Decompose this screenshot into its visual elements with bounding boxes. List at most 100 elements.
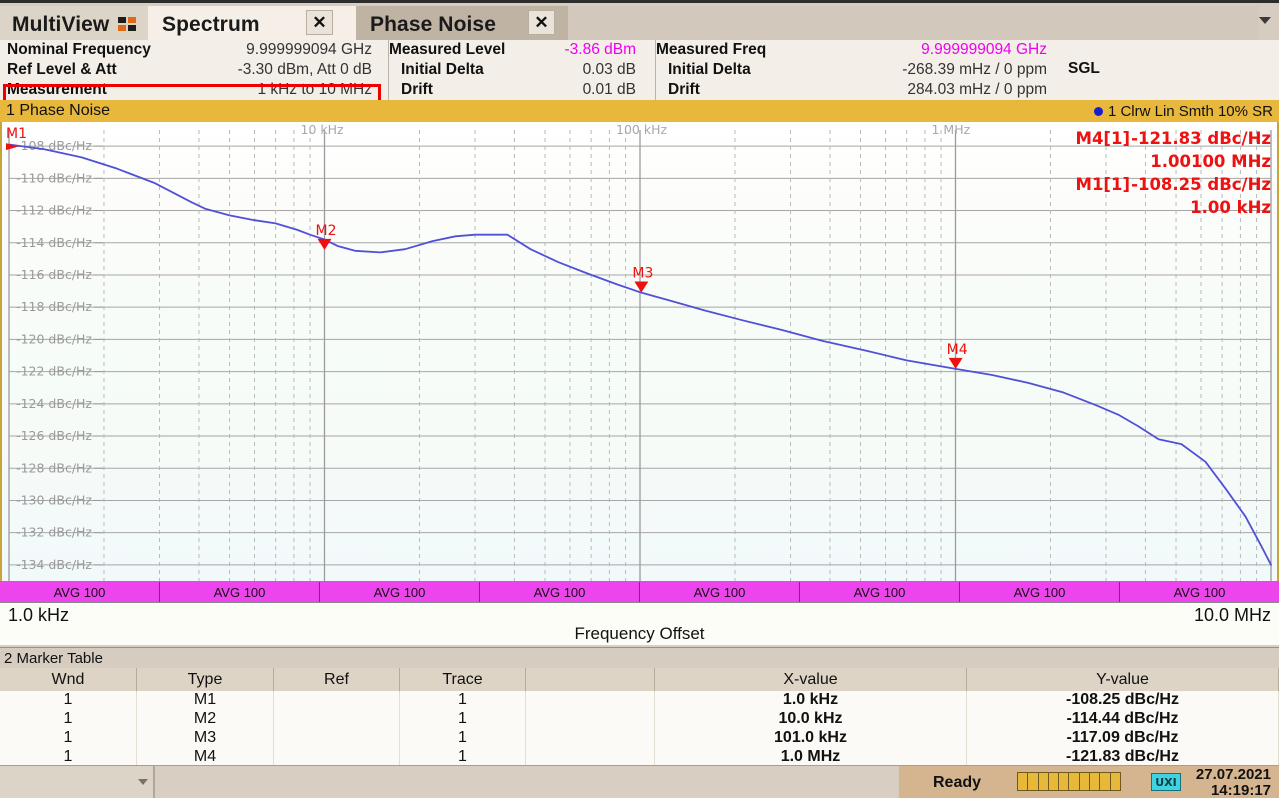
- marker-table: 2 Marker Table Wnd Type Ref Trace X-valu…: [0, 647, 1279, 765]
- info-measurement-value: 1 kHz to 10 MHz: [257, 81, 372, 99]
- info-measured-freq-value: 9.999999094 GHz: [921, 41, 1047, 59]
- info-freq-initial-delta-label: Initial Delta: [656, 61, 751, 79]
- multiview-grid-icon: [118, 17, 137, 32]
- cell-trace: 1: [400, 729, 526, 748]
- info-measured-freq: Measured Freq 9.999999094 GHz: [656, 40, 1055, 60]
- svg-text:-121.83 dBc/Hz: -121.83 dBc/Hz: [1131, 129, 1271, 148]
- avg-cell: AVG 100: [0, 582, 160, 602]
- cell-type: M2: [137, 710, 274, 729]
- phase-noise-plot[interactable]: -108 dBc/Hz-110 dBc/Hz-112 dBc/Hz-114 dB…: [0, 122, 1279, 581]
- svg-text:M2: M2: [316, 223, 337, 239]
- spectrum-analyzer-window: MultiView Spectrum ✕ Phase Noise ✕ Nomin…: [0, 0, 1279, 798]
- diagram-title-bar[interactable]: 1 Phase Noise 1 Clrw Lin Smth 10% SR: [0, 100, 1279, 122]
- x-axis-caption: Frequency Offset: [0, 624, 1279, 644]
- sweep-mode-indicator: SGL: [1068, 60, 1100, 78]
- svg-text:100 kHz: 100 kHz: [616, 122, 667, 137]
- avg-cell: AVG 100: [800, 582, 960, 602]
- status-bar-right-panel: Ready UXI 27.07.2021 14:19:17: [899, 766, 1279, 798]
- cell-ref: [274, 691, 400, 710]
- status-bar: Ready UXI 27.07.2021 14:19:17: [0, 765, 1279, 798]
- x-axis-start-label: 1.0 kHz: [8, 605, 69, 626]
- svg-text:M1: M1: [6, 126, 27, 142]
- info-measured-level: Measured Level -3.86 dBm: [389, 40, 644, 60]
- trace-state-label: 1 Clrw Lin Smth 10% SR: [1108, 103, 1273, 120]
- cell-ref: [274, 710, 400, 729]
- info-ref-level-att-value: -3.30 dBm, Att 0 dB: [238, 61, 372, 79]
- svg-text:-134 dBc/Hz: -134 dBc/Hz: [16, 557, 92, 572]
- svg-text:-122 dBc/Hz: -122 dBc/Hz: [16, 364, 92, 379]
- svg-text:M3: M3: [632, 266, 653, 282]
- cell-type: M3: [137, 729, 274, 748]
- average-count-bar: AVG 100AVG 100AVG 100AVG 100AVG 100AVG 1…: [0, 581, 1279, 603]
- status-bar-left-panel[interactable]: [0, 766, 155, 798]
- tab-multiview[interactable]: MultiView: [0, 6, 148, 43]
- avg-cell: AVG 100: [480, 582, 640, 602]
- info-freq-drift-label: Drift: [656, 81, 700, 99]
- column-header-type: Type: [137, 668, 274, 691]
- info-freq-drift: Drift 284.03 mHz / 0 ppm: [656, 80, 1055, 100]
- status-date: 27.07.2021: [1196, 767, 1271, 783]
- cell-ref: [274, 729, 400, 748]
- cell-trace: 1: [400, 691, 526, 710]
- status-bar-middle-panel: [157, 766, 899, 798]
- svg-text:-114 dBc/Hz: -114 dBc/Hz: [16, 235, 92, 250]
- trace-color-dot-icon: [1094, 107, 1103, 116]
- cell-wnd: 1: [0, 691, 137, 710]
- table-row[interactable]: 1M111.0 kHz-108.25 dBc/Hz: [0, 691, 1279, 710]
- svg-text:-132 dBc/Hz: -132 dBc/Hz: [16, 525, 92, 540]
- close-phase-noise-tab-icon[interactable]: ✕: [528, 10, 555, 35]
- cell-x-value: 10.0 kHz: [655, 710, 967, 729]
- info-level-initial-delta: Initial Delta 0.03 dB: [389, 60, 644, 80]
- svg-text:-110 dBc/Hz: -110 dBc/Hz: [16, 170, 92, 185]
- info-ref-level-att: Ref Level & Att -3.30 dBm, Att 0 dB: [4, 60, 380, 80]
- close-spectrum-tab-icon[interactable]: ✕: [306, 10, 333, 35]
- status-datetime: 27.07.2021 14:19:17: [1196, 767, 1271, 798]
- info-measurement-range: Measurement 1 kHz to 10 MHz: [4, 80, 380, 100]
- svg-text:1.00100 MHz: 1.00100 MHz: [1150, 152, 1271, 171]
- avg-cell: AVG 100: [160, 582, 320, 602]
- svg-text:1 MHz: 1 MHz: [932, 122, 971, 137]
- cell-y-value: -108.25 dBc/Hz: [967, 691, 1279, 710]
- tab-multiview-label: MultiView: [12, 13, 109, 37]
- svg-text:-108.25 dBc/Hz: -108.25 dBc/Hz: [1131, 175, 1271, 194]
- status-state-label: Ready: [933, 774, 981, 792]
- marker-table-body: 1M111.0 kHz-108.25 dBc/Hz1M2110.0 kHz-11…: [0, 691, 1279, 767]
- tab-overflow-chevron-down-icon[interactable]: [1259, 17, 1271, 24]
- svg-text:-116 dBc/Hz: -116 dBc/Hz: [16, 267, 92, 282]
- info-nominal-frequency-label: Nominal Frequency: [4, 41, 151, 59]
- x-axis-row: 1.0 kHz 10.0 MHz Frequency Offset: [0, 603, 1279, 645]
- info-freq-drift-value: 284.03 mHz / 0 ppm: [907, 81, 1047, 99]
- cell-wnd: 1: [0, 710, 137, 729]
- cell-spacer: [526, 691, 655, 710]
- svg-text:-120 dBc/Hz: -120 dBc/Hz: [16, 331, 92, 346]
- marker-table-title: 2 Marker Table: [0, 647, 1279, 668]
- marker-table-header-row: Wnd Type Ref Trace X-value Y-value: [0, 668, 1279, 691]
- info-level-initial-delta-label: Initial Delta: [389, 61, 484, 79]
- avg-cell: AVG 100: [640, 582, 800, 602]
- info-level-drift-label: Drift: [389, 81, 433, 99]
- table-row[interactable]: 1M31101.0 kHz-117.09 dBc/Hz: [0, 729, 1279, 748]
- table-row[interactable]: 1M2110.0 kHz-114.44 dBc/Hz: [0, 710, 1279, 729]
- cell-y-value: -114.44 dBc/Hz: [967, 710, 1279, 729]
- tab-spectrum-label: Spectrum: [162, 13, 260, 37]
- svg-text:-126 dBc/Hz: -126 dBc/Hz: [16, 428, 92, 443]
- info-level-drift: Drift 0.01 dB: [389, 80, 644, 100]
- x-axis-stop-label: 10.0 MHz: [1194, 605, 1271, 626]
- plot-canvas: -108 dBc/Hz-110 dBc/Hz-112 dBc/Hz-114 dB…: [0, 122, 1279, 581]
- cell-spacer: [526, 729, 655, 748]
- column-header-x-value: X-value: [655, 668, 967, 691]
- info-ref-level-att-label: Ref Level & Att: [4, 61, 117, 79]
- svg-text:-118 dBc/Hz: -118 dBc/Hz: [16, 299, 92, 314]
- status-expand-chevron-down-icon[interactable]: [138, 779, 148, 785]
- info-nominal-frequency: Nominal Frequency 9.999999094 GHz: [4, 40, 380, 60]
- sweep-progress-bar: [1017, 772, 1121, 791]
- info-measured-level-label: Measured Level: [389, 41, 505, 59]
- trace-state-indicator[interactable]: 1 Clrw Lin Smth 10% SR: [1094, 100, 1273, 122]
- svg-text:-112 dBc/Hz: -112 dBc/Hz: [16, 203, 92, 218]
- info-column-right: Measured Freq 9.999999094 GHz Initial De…: [655, 40, 1055, 100]
- info-measurement-label: Measurement: [4, 81, 107, 99]
- svg-text:1.00 kHz: 1.00 kHz: [1190, 198, 1271, 217]
- svg-text:M1[1]: M1[1]: [1076, 175, 1130, 194]
- column-header-spacer: [526, 668, 655, 691]
- column-header-wnd: Wnd: [0, 668, 137, 691]
